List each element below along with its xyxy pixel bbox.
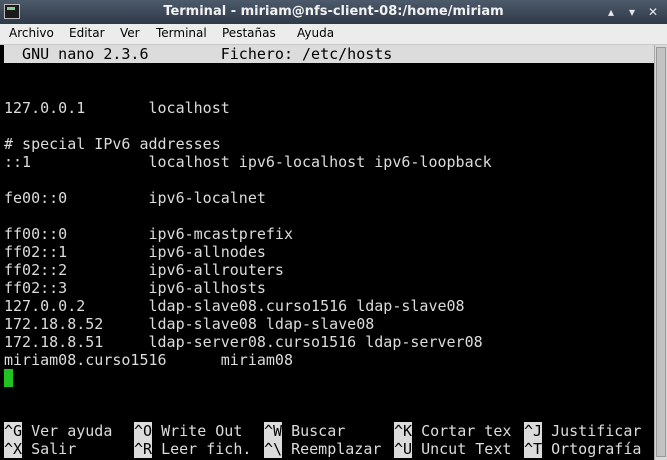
buffer-line: # special IPv6 addresses bbox=[4, 135, 221, 153]
shortcut-label: Buscar bbox=[282, 422, 346, 440]
vertical-scrollbar[interactable] bbox=[654, 45, 667, 460]
buffer-line: 172.18.8.52 ldap-slave08 ldap-slave08 bbox=[4, 315, 375, 333]
minimize-icon[interactable]: ▴ bbox=[604, 5, 618, 19]
shortcut-key: ^X bbox=[4, 440, 23, 458]
menu-archivo[interactable]: Archivo bbox=[9, 26, 54, 40]
buffer-line: ff02::3 ipv6-allhosts bbox=[4, 279, 266, 297]
buffer-line: miriam08.curso1516 miriam08 bbox=[4, 351, 293, 369]
shortcut-item: ^R Leer fich. bbox=[134, 440, 251, 458]
close-icon[interactable]: ✕ bbox=[646, 5, 660, 19]
shortcut-key: ^G bbox=[4, 422, 23, 440]
window-title: Terminal - miriam@nfs-client-08:/home/mi… bbox=[163, 4, 504, 19]
window-titlebar[interactable]: Terminal - miriam@nfs-client-08:/home/mi… bbox=[0, 0, 667, 24]
shortcut-item: ^O Write Out bbox=[134, 422, 242, 440]
scrollbar-thumb[interactable] bbox=[656, 47, 666, 457]
shortcut-key: ^\ bbox=[264, 440, 283, 458]
menu-bar: Archivo Editar Ver Terminal Pestañas Ayu… bbox=[0, 24, 667, 45]
menu-ver[interactable]: Ver bbox=[120, 26, 140, 40]
buffer-line: 127.0.0.2 ldap-slave08.curso1516 ldap-sl… bbox=[4, 297, 465, 315]
buffer-line: ::1 localhost ipv6-localhost ipv6-loopba… bbox=[4, 153, 492, 171]
nano-header: GNU nano 2.3.6 Fichero: /etc/hosts bbox=[4, 45, 654, 63]
buffer-line: fe00::0 ipv6-localnet bbox=[4, 189, 266, 207]
shortcut-item: ^W Buscar bbox=[264, 422, 345, 440]
shortcut-item: ^\ Reemplazar bbox=[264, 440, 381, 458]
shortcut-key: ^T bbox=[524, 440, 543, 458]
buffer-line: 172.18.8.51 ldap-server08.curso1516 ldap… bbox=[4, 333, 483, 351]
shortcut-label: Justificar bbox=[542, 422, 642, 440]
shortcut-label: Leer fich. bbox=[152, 440, 252, 458]
shortcut-key: ^O bbox=[134, 422, 153, 440]
buffer-line: 127.0.0.1 localhost bbox=[4, 99, 230, 117]
shortcut-label: Salir bbox=[22, 440, 77, 458]
buffer-line: ff02::1 ipv6-allnodes bbox=[4, 243, 266, 261]
shortcut-label: Write Out bbox=[152, 422, 243, 440]
shortcut-key: ^K bbox=[394, 422, 413, 440]
menu-ayuda[interactable]: Ayuda bbox=[297, 26, 334, 40]
shortcut-item: ^X Salir bbox=[4, 440, 76, 458]
buffer-line: ff00::0 ipv6-mcastprefix bbox=[4, 225, 293, 243]
shortcut-item: ^T Ortografía bbox=[524, 440, 641, 458]
shortcut-key: ^W bbox=[264, 422, 283, 440]
text-cursor bbox=[4, 369, 13, 387]
shortcut-key: ^J bbox=[524, 422, 543, 440]
shortcut-item: ^G Ver ayuda bbox=[4, 422, 112, 440]
shortcut-label: Ortografía bbox=[542, 440, 642, 458]
shortcut-item: ^J Justificar bbox=[524, 422, 641, 440]
shortcut-label: Uncut Text bbox=[412, 440, 512, 458]
menu-terminal[interactable]: Terminal bbox=[156, 26, 207, 40]
menu-editar[interactable]: Editar bbox=[69, 26, 105, 40]
menu-pestanas[interactable]: Pestañas bbox=[222, 26, 276, 40]
shortcut-label: Cortar tex bbox=[412, 422, 512, 440]
shortcut-item: ^K Cortar tex bbox=[394, 422, 511, 440]
shortcut-key: ^R bbox=[134, 440, 153, 458]
shortcut-key: ^U bbox=[394, 440, 413, 458]
terminal-area[interactable]: GNU nano 2.3.6 Fichero: /etc/hosts 127.0… bbox=[0, 45, 654, 460]
shortcut-label: Ver ayuda bbox=[22, 422, 113, 440]
maximize-icon[interactable]: ▾ bbox=[625, 5, 639, 19]
shortcut-label: Reemplazar bbox=[282, 440, 382, 458]
shortcut-item: ^U Uncut Text bbox=[394, 440, 511, 458]
buffer-line: ff02::2 ipv6-allrouters bbox=[4, 261, 284, 279]
